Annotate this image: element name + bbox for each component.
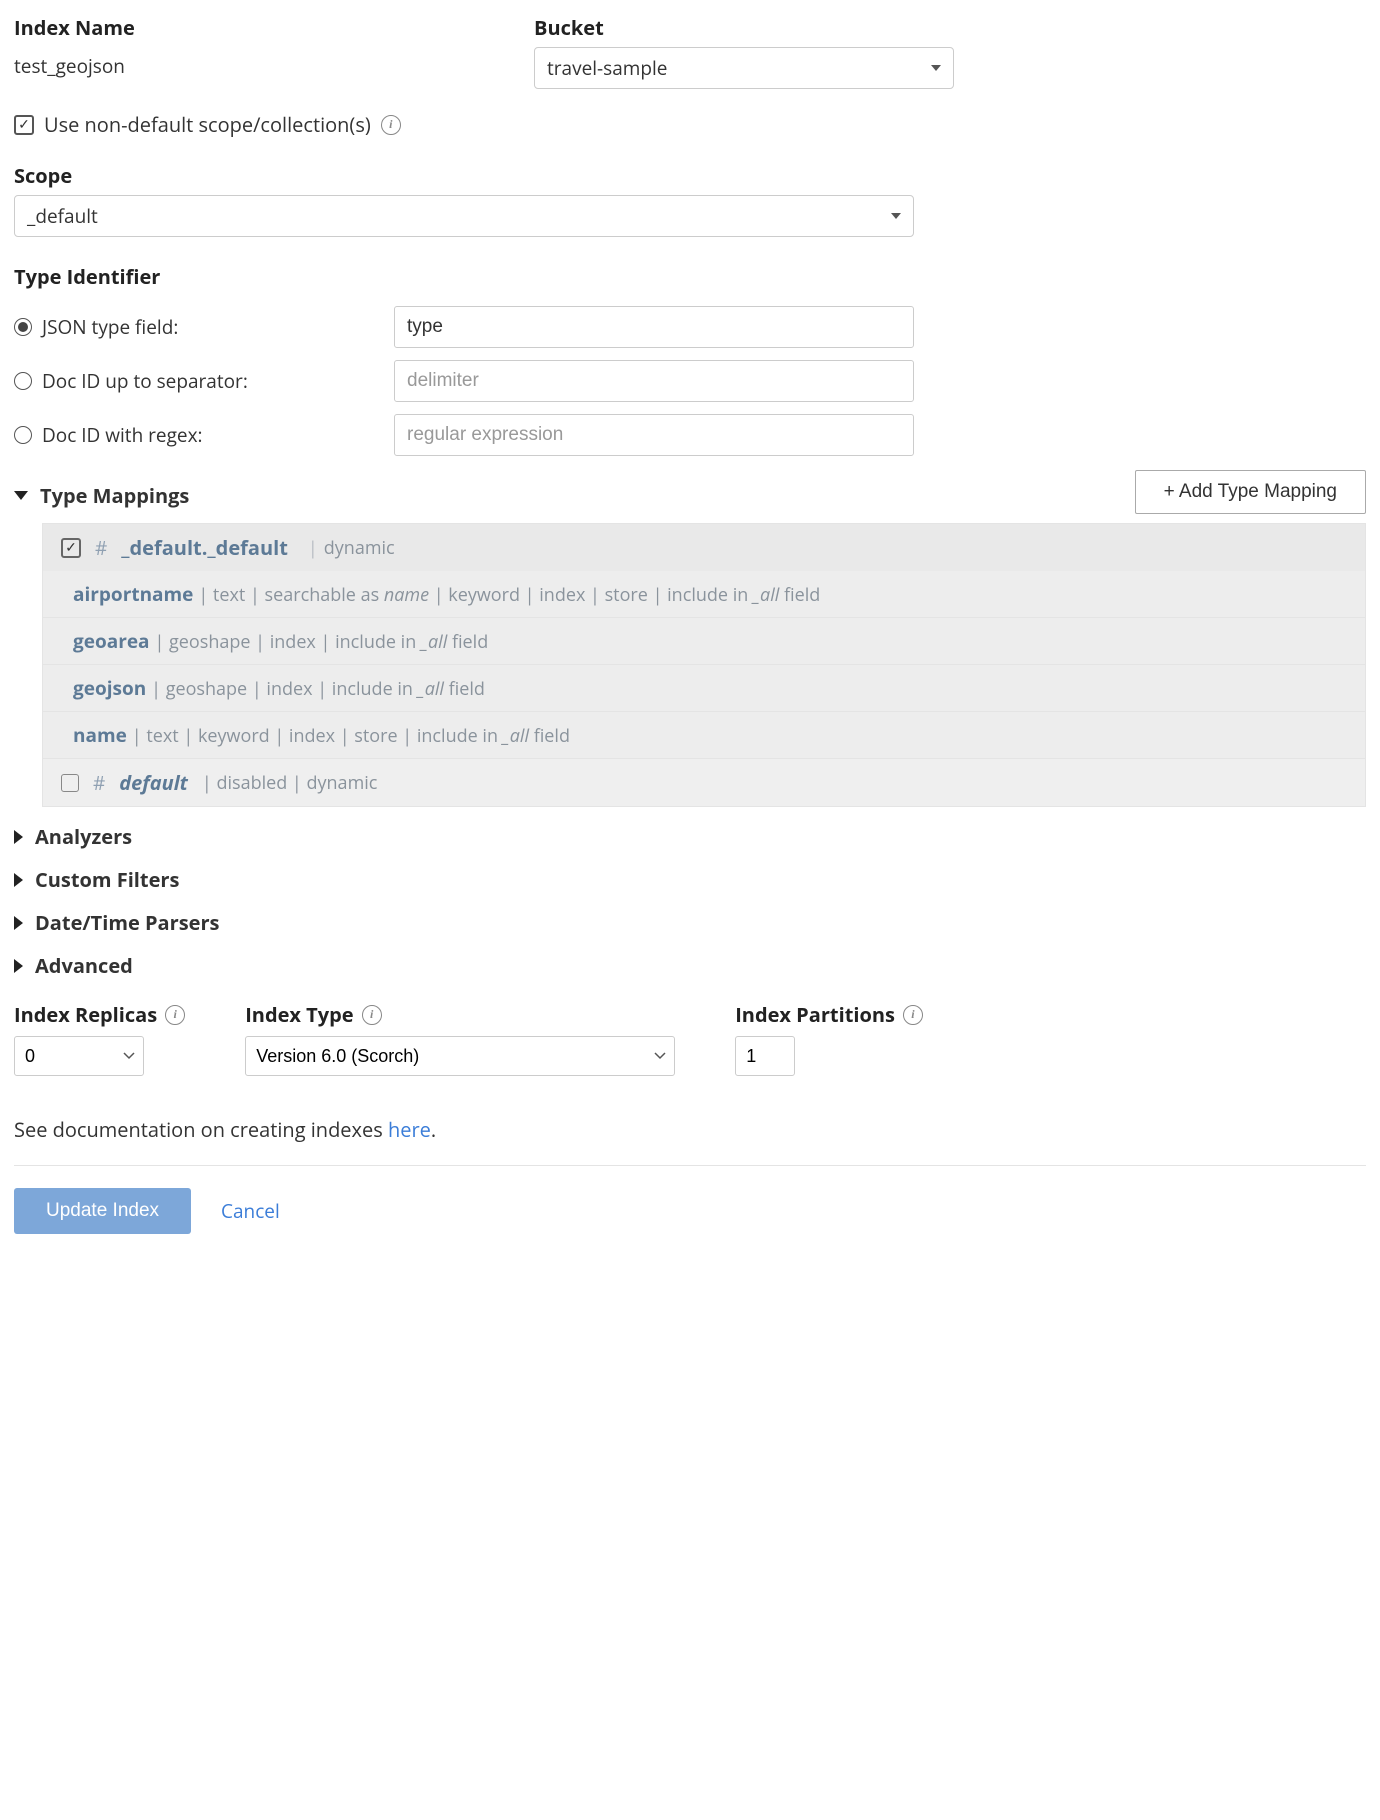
mapping-secondary-header[interactable]: # default | disabled | dynamic <box>43 759 1365 806</box>
json-type-radio[interactable]: JSON type field: <box>14 314 394 340</box>
field-row[interactable]: geoarea | geoshape | index | include in … <box>43 617 1365 664</box>
action-row: Update Index Cancel <box>14 1188 1366 1234</box>
bucket-col: Bucket travel-sample <box>534 14 954 89</box>
bucket-select[interactable]: travel-sample <box>534 47 954 89</box>
info-icon[interactable]: i <box>381 115 401 135</box>
cancel-link[interactable]: Cancel <box>221 1198 280 1224</box>
doc-prefix: See documentation on creating indexes <box>14 1116 388 1143</box>
scope-value: _default <box>27 203 98 229</box>
non-default-scope-checkbox-row: ✓ Use non-default scope/collection(s) i <box>14 111 1366 138</box>
index-settings-row: Index Replicas i 0 Index Type i Version … <box>14 1001 1366 1076</box>
json-type-input[interactable] <box>394 306 914 348</box>
field-meta: | geoshape | index | include in _all fie… <box>151 677 485 701</box>
index-type-select[interactable]: Version 6.0 (Scorch) <box>245 1036 675 1076</box>
field-name: geojson <box>73 675 146 701</box>
bucket-value: travel-sample <box>547 55 667 81</box>
header-row: Index Name test_geojson Bucket travel-sa… <box>14 14 1366 89</box>
advanced-toggle[interactable]: Advanced <box>14 952 1366 979</box>
analyzers-label: Analyzers <box>35 823 132 850</box>
mapping-meta: dynamic <box>324 536 395 560</box>
advanced-label: Advanced <box>35 952 133 979</box>
field-meta: | text | searchable as name | keyword | … <box>198 583 820 607</box>
mapping-name: _default._default <box>121 534 288 561</box>
replicas-select[interactable]: 0 <box>14 1036 144 1076</box>
divider <box>14 1165 1366 1166</box>
checkbox-checked-icon[interactable]: ✓ <box>61 538 81 558</box>
checkbox-checked-icon[interactable]: ✓ <box>14 115 34 135</box>
radio-checked-icon <box>14 318 32 336</box>
replicas-label: Index Replicas <box>14 1001 157 1028</box>
type-identifier-heading: Type Identifier <box>14 263 1366 290</box>
mapping-secondary: # default | disabled | dynamic <box>42 759 1366 807</box>
partitions-col: Index Partitions i <box>735 1001 923 1076</box>
radio-icon <box>14 426 32 444</box>
analyzers-toggle[interactable]: Analyzers <box>14 823 1366 850</box>
docid-sep-radio[interactable]: Doc ID up to separator: <box>14 368 394 394</box>
non-default-scope-label: Use non-default scope/collection(s) <box>44 111 371 138</box>
docid-regex-input[interactable] <box>394 414 914 456</box>
docid-regex-label: Doc ID with regex: <box>42 422 203 448</box>
type-id-regex-row: Doc ID with regex: <box>14 414 1366 456</box>
chevron-right-icon <box>14 959 23 973</box>
index-name-label: Index Name <box>14 14 494 41</box>
chevron-right-icon <box>14 873 23 887</box>
type-id-json-row: JSON type field: <box>14 306 1366 348</box>
field-name: airportname <box>73 581 193 607</box>
mapping-main-header[interactable]: ✓ # _default._default |dynamic <box>43 524 1365 571</box>
index-type-col: Index Type i Version 6.0 (Scorch) <box>245 1001 675 1076</box>
partitions-label: Index Partitions <box>735 1001 895 1028</box>
type-mappings-header: Type Mappings + Add Type Mapping <box>14 468 1366 515</box>
chevron-down-icon <box>891 213 901 219</box>
type-mappings-title: Type Mappings <box>40 482 189 509</box>
radio-icon <box>14 372 32 390</box>
update-index-button[interactable]: Update Index <box>14 1188 191 1234</box>
field-row[interactable]: airportname | text | searchable as name … <box>43 571 1365 617</box>
scope-label: Scope <box>14 162 1366 189</box>
date-parsers-label: Date/Time Parsers <box>35 909 219 936</box>
date-parsers-toggle[interactable]: Date/Time Parsers <box>14 909 1366 936</box>
add-type-mapping-button[interactable]: + Add Type Mapping <box>1135 470 1366 514</box>
chevron-right-icon <box>14 916 23 930</box>
docid-regex-radio[interactable]: Doc ID with regex: <box>14 422 394 448</box>
chevron-right-icon <box>14 830 23 844</box>
chevron-down-icon <box>14 491 28 500</box>
hash-icon: # <box>93 770 105 796</box>
field-meta: | text | keyword | index | store | inclu… <box>132 724 570 748</box>
field-row[interactable]: geojson | geoshape | index | include in … <box>43 664 1365 711</box>
custom-filters-toggle[interactable]: Custom Filters <box>14 866 1366 893</box>
mapping-name: default <box>119 769 188 796</box>
mapping-meta: | disabled | dynamic <box>202 771 378 795</box>
mapping-main: ✓ # _default._default |dynamic airportna… <box>42 523 1366 759</box>
type-mappings-toggle[interactable]: Type Mappings <box>14 482 189 509</box>
docid-sep-label: Doc ID up to separator: <box>42 368 248 394</box>
field-name: geoarea <box>73 628 150 654</box>
scope-section: Scope _default <box>14 162 1366 237</box>
replicas-col: Index Replicas i 0 <box>14 1001 185 1076</box>
info-icon[interactable]: i <box>362 1005 382 1025</box>
docid-sep-input[interactable] <box>394 360 914 402</box>
info-icon[interactable]: i <box>903 1005 923 1025</box>
hash-icon: # <box>95 535 107 561</box>
json-type-label: JSON type field: <box>42 314 178 340</box>
field-row[interactable]: name | text | keyword | index | store | … <box>43 711 1365 758</box>
scope-select[interactable]: _default <box>14 195 914 237</box>
bucket-label: Bucket <box>534 14 954 41</box>
info-icon[interactable]: i <box>165 1005 185 1025</box>
custom-filters-label: Custom Filters <box>35 866 179 893</box>
index-name-value: test_geojson <box>14 47 494 79</box>
doc-suffix: . <box>431 1116 436 1143</box>
type-id-sep-row: Doc ID up to separator: <box>14 360 1366 402</box>
collapsed-sections: Analyzers Custom Filters Date/Time Parse… <box>14 823 1366 979</box>
index-name-col: Index Name test_geojson <box>14 14 494 89</box>
partitions-input[interactable] <box>735 1036 795 1076</box>
field-name: name <box>73 722 127 748</box>
index-type-label: Index Type <box>245 1001 353 1028</box>
doc-link[interactable]: here <box>388 1116 431 1143</box>
field-meta: | geoshape | index | include in _all fie… <box>154 630 488 654</box>
chevron-down-icon <box>931 65 941 71</box>
documentation-line: See documentation on creating indexes he… <box>14 1116 1366 1143</box>
checkbox-unchecked-icon[interactable] <box>61 774 79 792</box>
